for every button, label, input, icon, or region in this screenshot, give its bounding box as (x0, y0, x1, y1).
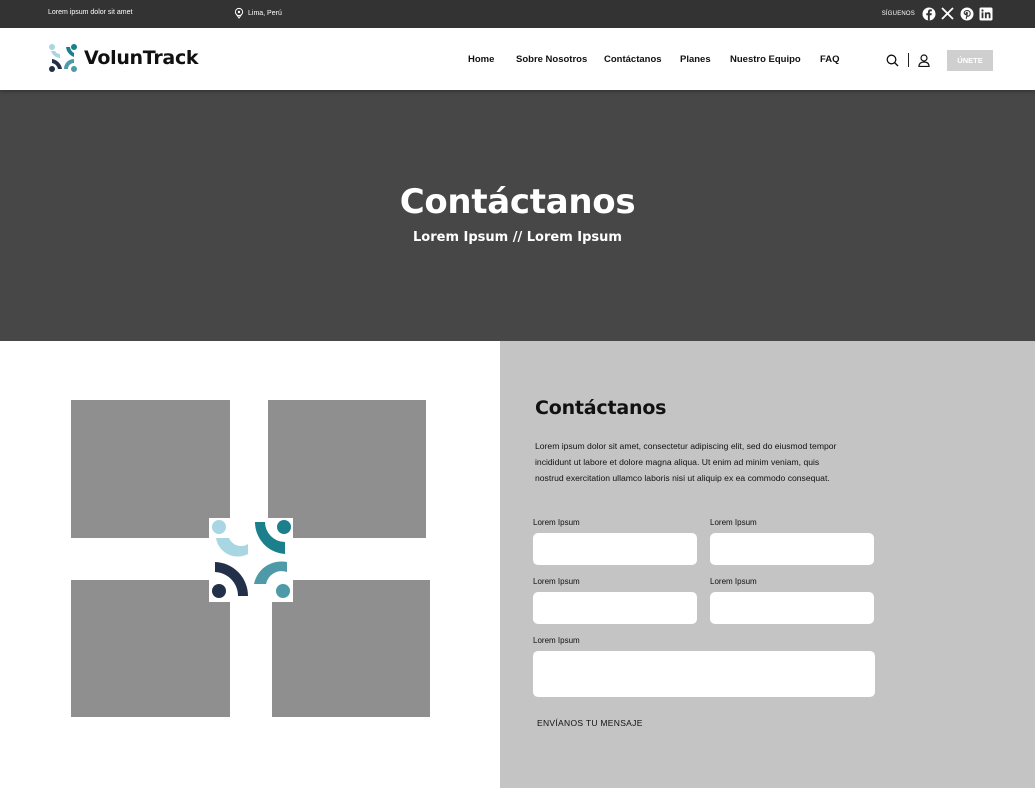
linkedin-icon[interactable] (978, 6, 993, 21)
field-label-3: Lorem Ipsum (533, 577, 580, 586)
message-textarea[interactable] (533, 651, 875, 697)
pinterest-icon[interactable] (959, 6, 974, 21)
nav-faq[interactable]: FAQ (820, 54, 840, 65)
field-label-1: Lorem Ipsum (533, 518, 580, 527)
topbar-tagline: Lorem ipsum dolor sit amet (48, 9, 133, 16)
brand-name: VolunTrack (84, 47, 199, 69)
field-label-2: Lorem Ipsum (710, 518, 757, 527)
brand-logo[interactable]: VolunTrack (48, 43, 199, 73)
nav-contactanos[interactable]: Contáctanos (604, 54, 662, 65)
contact-input-2[interactable] (710, 533, 874, 565)
top-info-bar: Lorem ipsum dolor sit amet Lima, Perú SÍ… (0, 0, 1035, 28)
main-header: VolunTrack Home Sobre Nosotros Contáctan… (0, 28, 1035, 90)
search-icon[interactable] (886, 54, 899, 67)
contact-input-4[interactable] (710, 592, 874, 624)
header-divider (908, 53, 909, 67)
follow-label: SÍGUENOS (881, 10, 915, 17)
location-text: Lima, Perú (248, 9, 282, 17)
contact-input-1[interactable] (533, 533, 697, 565)
nav-nuestro-equipo[interactable]: Nuestro Equipo (730, 54, 801, 65)
placeholder-image-1 (71, 400, 230, 538)
placeholder-image-4 (272, 580, 430, 717)
join-button[interactable]: ÚNETE (947, 50, 993, 71)
header-icons (886, 53, 930, 67)
contact-input-3[interactable] (533, 592, 697, 624)
volunteer-logo-icon (49, 44, 77, 72)
social-links: SÍGUENOS (882, 6, 993, 21)
contact-title: Contáctanos (535, 397, 667, 419)
map-pin-icon (234, 7, 244, 19)
nav-planes[interactable]: Planes (680, 54, 711, 65)
page-title: Contáctanos (399, 182, 636, 222)
contact-description: Lorem ipsum dolor sit amet, consectetur … (535, 441, 837, 483)
field-label-4: Lorem Ipsum (710, 577, 757, 586)
brand-mark-icon (209, 518, 293, 602)
facebook-icon[interactable] (921, 6, 936, 21)
topbar-location: Lima, Perú (234, 7, 282, 19)
nav-sobre-nosotros[interactable]: Sobre Nosotros (516, 54, 587, 65)
message-label: Lorem Ipsum (533, 636, 580, 645)
nav-home[interactable]: Home (468, 54, 494, 65)
user-icon[interactable] (918, 53, 930, 67)
contact-panel: Contáctanos Lorem ipsum dolor sit amet, … (500, 341, 1035, 788)
send-message-button[interactable]: ENVÍANOS TU MENSAJE (537, 718, 643, 728)
breadcrumb: Lorem Ipsum // Lorem Ipsum (413, 230, 622, 245)
x-icon[interactable] (940, 6, 955, 21)
placeholder-image-3 (71, 580, 230, 717)
hero-banner: Contáctanos Lorem Ipsum // Lorem Ipsum (0, 90, 1035, 341)
